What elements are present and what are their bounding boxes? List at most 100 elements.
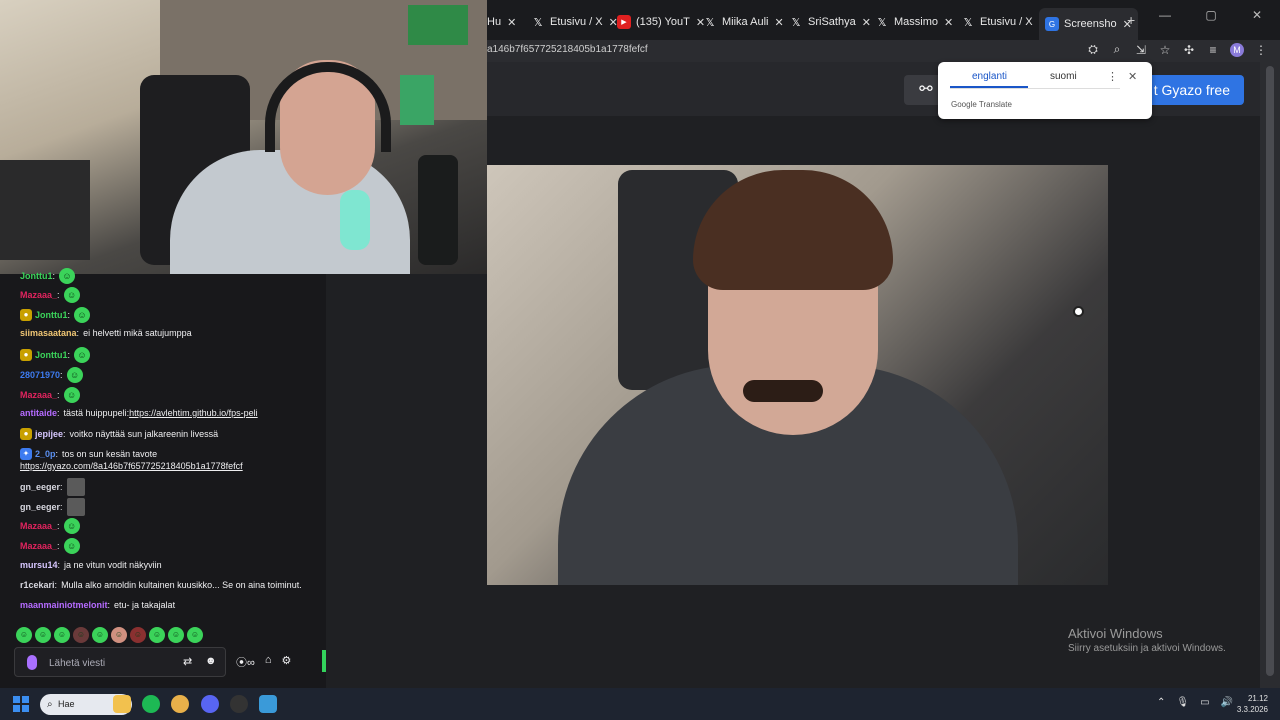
subscriber-badge-icon: ● bbox=[20, 349, 32, 361]
scrollbar[interactable] bbox=[1260, 62, 1280, 688]
chat-username[interactable]: maanmainiotmelonit bbox=[20, 600, 108, 610]
chat-username[interactable]: 2_0p bbox=[35, 449, 56, 459]
mic-icon[interactable] bbox=[27, 655, 37, 670]
discord-icon[interactable] bbox=[201, 695, 219, 713]
emote-icon[interactable]: ☺ bbox=[149, 627, 165, 643]
emote-icon[interactable]: ☺ bbox=[54, 627, 70, 643]
clock-time: 21.12 bbox=[1247, 694, 1268, 703]
maximize-icon[interactable]: ▢ bbox=[1188, 8, 1234, 22]
bits-icon[interactable]: ⦿∞ bbox=[236, 654, 255, 670]
chat-username[interactable]: r1cekari bbox=[20, 580, 55, 590]
media-icon[interactable]: ≡ bbox=[1206, 43, 1220, 57]
chat-message: siimasaatana: ei helvetti mikä satujumppa bbox=[20, 328, 192, 338]
emote-icon[interactable]: ☺ bbox=[168, 627, 184, 643]
tab-4[interactable]: 𝕏 Miika Auli ✕ bbox=[703, 10, 784, 34]
chat-username[interactable]: gn_eeger bbox=[20, 482, 60, 492]
url-text[interactable]: a146b7f657725218405b1a1778fefcf bbox=[487, 44, 648, 55]
close-icon[interactable]: ✕ bbox=[1128, 70, 1137, 83]
close-icon[interactable]: ✕ bbox=[862, 16, 871, 29]
chat-input[interactable] bbox=[49, 653, 179, 673]
settings-gear-icon[interactable]: ⚙ bbox=[282, 654, 292, 670]
windows-taskbar: ⌕ Hae ⌃ 🎙 ▭ 🔊 21.12 3.3.2026 bbox=[0, 688, 1280, 720]
windows-start-icon[interactable] bbox=[13, 696, 29, 712]
network-icon[interactable]: ▭ bbox=[1200, 697, 1209, 708]
tab-7[interactable]: 𝕏 Etusivu / X ✕ bbox=[961, 10, 1048, 34]
scrollbar-thumb[interactable] bbox=[1266, 66, 1274, 676]
obs-icon[interactable] bbox=[230, 695, 248, 713]
chat-username[interactable]: Mazaaa_ bbox=[20, 290, 57, 300]
chat-username[interactable]: Jonttu1 bbox=[20, 271, 53, 281]
chrome-icon[interactable] bbox=[171, 695, 189, 713]
microphone-tray-icon[interactable]: 🎙 bbox=[1176, 697, 1189, 708]
chat-message: Mazaaa_: ☺ bbox=[20, 387, 80, 403]
zoom-icon[interactable]: ⌕ bbox=[1110, 42, 1124, 57]
emote-icon[interactable]: ☺ bbox=[130, 627, 146, 643]
tab-strip: Hu ✕ 𝕏 Etusivu / X ✕ ▶ (135) YouT ✕ 𝕏 Mi… bbox=[487, 0, 1280, 40]
emote-icon[interactable]: ☺ bbox=[35, 627, 51, 643]
chat-username[interactable]: jepijee bbox=[35, 429, 63, 439]
microphone-shape bbox=[340, 190, 370, 250]
screenshot-image[interactable] bbox=[478, 165, 1108, 585]
emoji-icon[interactable]: ☻ bbox=[205, 655, 217, 667]
spotify-icon[interactable] bbox=[142, 695, 160, 713]
emote-icon[interactable]: ☺ bbox=[16, 627, 32, 643]
install-icon[interactable]: ⇲ bbox=[1134, 43, 1148, 57]
chat-username[interactable]: Mazaaa_ bbox=[20, 390, 57, 400]
pepe-emote-icon: ☺ bbox=[63, 287, 80, 303]
tab-1[interactable]: Hu ✕ bbox=[487, 10, 516, 34]
subscriber-badge-icon: ● bbox=[20, 309, 32, 321]
close-window-icon[interactable]: ✕ bbox=[1234, 8, 1280, 22]
profile-avatar[interactable]: M bbox=[1230, 42, 1244, 57]
chat-username[interactable]: Mazaaa_ bbox=[20, 541, 57, 551]
toolbar-icons: ⛭ ⌕ ⇲ ☆ ✣ ≡ M ⋮ bbox=[1086, 42, 1268, 57]
chat-username[interactable]: Mazaaa_ bbox=[20, 521, 57, 531]
chat-username[interactable]: mursu14 bbox=[20, 560, 58, 570]
translate-tab-source[interactable]: englanti bbox=[972, 71, 1007, 82]
extensions-icon[interactable]: ✣ bbox=[1182, 43, 1196, 57]
minimize-icon[interactable]: — bbox=[1142, 8, 1188, 22]
more-options-icon[interactable]: ⋮ bbox=[1107, 70, 1118, 83]
tab-8-active[interactable]: G Screensho ✕ bbox=[1039, 8, 1138, 40]
menu-kebab-icon[interactable]: ⋮ bbox=[1254, 43, 1268, 57]
chat-link[interactable]: https://gyazo.com/8a146b7f657725218405b1… bbox=[20, 461, 243, 471]
close-icon[interactable]: ✕ bbox=[774, 16, 783, 29]
gyazo-icon: G bbox=[1045, 17, 1059, 31]
tab-6[interactable]: 𝕏 Massimo ✕ bbox=[875, 10, 954, 34]
new-tab-button[interactable]: + bbox=[1127, 12, 1135, 28]
tab-5[interactable]: 𝕏 SriSathya ✕ bbox=[789, 10, 871, 34]
taskbar-clock[interactable]: 21.12 3.3.2026 bbox=[1232, 693, 1268, 715]
send-button[interactable] bbox=[322, 650, 326, 672]
chat-username[interactable]: Jonttu1 bbox=[35, 310, 68, 320]
chat-link[interactable]: https://avlehtim.github.io/fps-peli bbox=[129, 408, 258, 418]
emote-icon[interactable]: ☺ bbox=[92, 627, 108, 643]
tab-2[interactable]: 𝕏 Etusivu / X ✕ bbox=[531, 10, 618, 34]
translate-icon[interactable]: ⛭ bbox=[1086, 42, 1100, 57]
chat-separator: : bbox=[63, 429, 66, 439]
address-bar: a146b7f657725218405b1a1778fefcf ⛭ ⌕ ⇲ ☆ … bbox=[487, 40, 1280, 62]
store-icon[interactable]: ⌂ bbox=[265, 654, 272, 670]
notepad-icon[interactable] bbox=[259, 695, 277, 713]
close-icon[interactable]: ✕ bbox=[507, 16, 516, 29]
chat-text: etu- ja takajalat bbox=[114, 600, 176, 610]
translate-tab-target[interactable]: suomi bbox=[1050, 71, 1077, 82]
emote-icon[interactable]: ☺ bbox=[187, 627, 203, 643]
window-controls: — ▢ ✕ bbox=[1142, 8, 1280, 22]
chevron-up-icon[interactable]: ⌃ bbox=[1157, 697, 1165, 708]
bookmark-star-icon[interactable]: ☆ bbox=[1158, 43, 1172, 57]
chat-username[interactable]: antitaide bbox=[20, 408, 57, 418]
translate-chat-icon[interactable]: ⇄ bbox=[183, 655, 192, 668]
emote-icon[interactable]: ☺ bbox=[111, 627, 127, 643]
chat-separator: : bbox=[67, 350, 71, 360]
file-explorer-icon[interactable] bbox=[113, 695, 131, 713]
emote-icon[interactable]: ☺ bbox=[73, 627, 89, 643]
chat-separator: : bbox=[60, 370, 63, 380]
chat-username[interactable]: 28071970 bbox=[20, 370, 60, 380]
chat-username[interactable]: gn_eeger bbox=[20, 502, 60, 512]
close-icon[interactable]: ✕ bbox=[944, 16, 953, 29]
chat-separator: : bbox=[107, 600, 111, 610]
tab-label: Hu bbox=[487, 16, 502, 28]
tab-3[interactable]: ▶ (135) YouT ✕ bbox=[617, 10, 705, 34]
chat-username[interactable]: siimasaatana bbox=[20, 328, 77, 338]
chat-message: mursu14: ja ne vitun vodit näkyviin bbox=[20, 560, 162, 570]
chat-username[interactable]: Jonttu1 bbox=[35, 350, 68, 360]
